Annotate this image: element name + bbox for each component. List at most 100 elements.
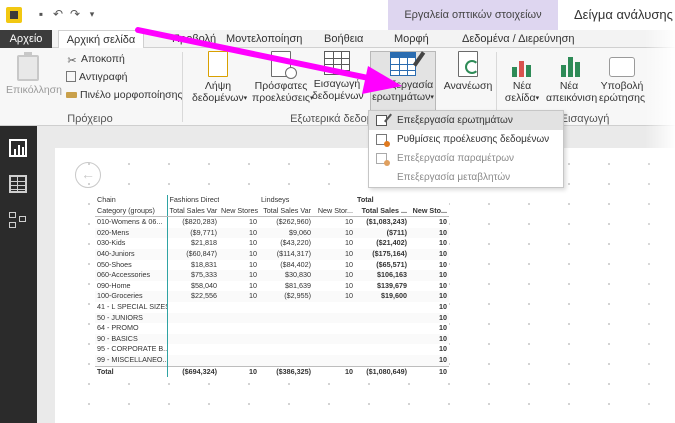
- new-visual-button[interactable]: Νέα απεικόνιση: [546, 51, 597, 111]
- recent-label-1: Πρόσφατες: [254, 80, 308, 92]
- matrix-cell: 10: [439, 344, 447, 354]
- recent-sources-icon: [271, 51, 297, 79]
- matrix-cell: [166, 354, 219, 366]
- matrix-row[interactable]: 95 - CORPORATE B... 10: [95, 344, 449, 355]
- matrix-cell: 10: [409, 354, 449, 366]
- matrix-cell: 64 - PROMO: [97, 323, 139, 333]
- matrix-cell: [313, 312, 355, 324]
- tab-help[interactable]: Βοήθεια: [324, 30, 363, 48]
- ask-question-button[interactable]: Υποβολή ερώτησης: [597, 51, 647, 111]
- matrix-cell: ($2,955): [259, 291, 313, 302]
- matrix-header-cell: New Sto...: [409, 205, 449, 218]
- menu-item-edit-queries[interactable]: Επεξεργασία ερωτημάτων: [369, 111, 563, 130]
- matrix-cell: 10: [249, 217, 257, 227]
- get-data-button[interactable]: Λήψη δεδομένων▾: [192, 51, 247, 111]
- matrix-cell: [166, 301, 219, 313]
- matrix-row[interactable]: 50 - JUNIORS 10: [95, 312, 449, 324]
- refresh-button[interactable]: Ανανέωση: [442, 51, 494, 111]
- matrix-row[interactable]: 64 - PROMO 10: [95, 323, 449, 334]
- matrix-row[interactable]: 010-Womens & 06... ($820,283) 10 ($262,960)…: [95, 216, 449, 228]
- matrix-cell: $30,830: [259, 270, 313, 281]
- matrix-cell: [219, 344, 259, 355]
- matrix-cell: 41 - L SPECIAL SIZES: [97, 301, 167, 311]
- ribbon-tabs: Αρχείο Αρχική σελίδα Προβολή Μοντελοποίη…: [0, 30, 675, 49]
- matrix-cell: [355, 344, 409, 355]
- save-icon[interactable]: ▪: [34, 7, 48, 21]
- report-page[interactable]: ← Chain Fashions Direct Lindseys Total C…: [55, 148, 675, 423]
- matrix-header-cell: Lindseys: [261, 195, 290, 204]
- matrix-row[interactable]: 090-Home $58,040 10 $81,639 10 $139,679 10: [95, 280, 449, 292]
- matrix-cell: [355, 323, 409, 334]
- matrix-cell: 090-Home: [97, 280, 131, 290]
- redo-icon[interactable]: ↷: [68, 7, 82, 21]
- matrix-cell: ($43,220): [280, 238, 311, 248]
- matrix-cell: ($820,283): [166, 216, 219, 228]
- matrix-row[interactable]: 060-Accessories $75,333 10 $30,830 10 $106,16…: [95, 270, 449, 281]
- menu-item-edit-parameters[interactable]: Επεξεργασία παραμέτρων: [369, 149, 563, 168]
- undo-icon[interactable]: ↶: [51, 7, 65, 21]
- model-view-icon[interactable]: [9, 212, 27, 230]
- ask-question-label-1: Υποβολή: [600, 80, 644, 92]
- matrix-cell: 10: [409, 312, 449, 324]
- matrix-cell: ($1,080,649): [355, 365, 409, 378]
- matrix-cell: [259, 344, 313, 355]
- matrix-row[interactable]: 030-Kids $21,818 10 ($43,220) 10 ($21,402) 10: [95, 238, 449, 249]
- report-canvas: ← Chain Fashions Direct Lindseys Total C…: [37, 126, 675, 423]
- ask-question-label-2: ερώτησης: [598, 92, 646, 104]
- matrix-cell: [355, 302, 409, 313]
- matrix-header-cell: New Stor...: [313, 205, 355, 218]
- menu-item-label: Επεξεργασία μεταβλητών: [397, 172, 511, 183]
- menu-item-edit-variables[interactable]: Επεξεργασία μεταβλητών: [369, 168, 563, 187]
- matrix-cell: 95 - CORPORATE B...: [97, 344, 167, 354]
- tab-view[interactable]: Προβολή: [172, 30, 216, 48]
- customize-icon[interactable]: ▾: [85, 7, 99, 21]
- matrix-row[interactable]: 040-Juniors ($60,847) 10 ($114,317) 10 ($175,…: [95, 248, 449, 260]
- paste-button[interactable]: Επικόλληση: [6, 51, 62, 111]
- tab-file[interactable]: Αρχείο: [0, 30, 52, 48]
- matrix-header-cell: Total: [357, 195, 374, 204]
- recent-sources-button[interactable]: Πρόσφατες προελεύσεις▾: [252, 51, 313, 111]
- enter-data-button[interactable]: Εισαγωγή δεδομένων: [312, 51, 364, 111]
- edit-queries-label-2: ερωτημάτων: [372, 91, 431, 103]
- matrix-cell: 10: [439, 217, 447, 227]
- matrix-cell: 10: [313, 248, 355, 260]
- power-bi-window: ▪ ↶ ↷ ▾ Εργαλεία οπτικών στοιχείων Δείγμ…: [0, 0, 675, 423]
- matrix-row[interactable]: 100-Groceries $22,556 10 ($2,955) 10 $19,600 1…: [95, 291, 449, 302]
- tab-data-drill[interactable]: Δεδομένα / Διερεύνηση: [462, 30, 575, 48]
- matrix-row[interactable]: 99 - MISCELLANEO... 10: [95, 354, 449, 366]
- matrix-row[interactable]: 90 - BASICS 10: [95, 333, 449, 345]
- edit-queries-button[interactable]: Επεξεργασία ερωτημάτων▾: [370, 51, 436, 113]
- chevron-down-icon: ▾: [243, 95, 248, 102]
- back-arrow-icon[interactable]: ←: [75, 162, 101, 188]
- cut-button[interactable]: ✂ Αποκοπή: [66, 52, 124, 67]
- left-navigation: [0, 126, 37, 423]
- matrix-visual[interactable]: Chain Fashions Direct Lindseys Total Cat…: [95, 195, 449, 378]
- report-view-icon[interactable]: [9, 139, 27, 157]
- matrix-cell: 10: [219, 291, 259, 302]
- visual-tools-context-group: Εργαλεία οπτικών στοιχείων: [388, 0, 558, 30]
- data-view-icon[interactable]: [9, 175, 27, 193]
- matrix-row[interactable]: 41 - L SPECIAL SIZES 10: [95, 301, 449, 313]
- refresh-label: Ανανέωση: [443, 80, 493, 92]
- format-painter-button[interactable]: Πινέλο μορφοποίησης: [66, 88, 183, 103]
- menu-item-label: Επεξεργασία παραμέτρων: [397, 153, 515, 164]
- tab-modeling[interactable]: Μοντελοποίηση: [226, 30, 302, 48]
- bar-chart-icon: [556, 51, 582, 77]
- chevron-down-icon: ▾: [430, 94, 434, 101]
- matrix-header-cell: Category (groups): [95, 205, 167, 218]
- new-page-button[interactable]: Νέα σελίδα▾: [502, 51, 542, 111]
- matrix-header-cell: Total Sales Var: [259, 205, 313, 218]
- matrix-row[interactable]: 020-Mens ($9,771) 10 $9,060 10 ($711) 10: [95, 227, 449, 239]
- tab-format[interactable]: Μορφή: [394, 30, 429, 48]
- menu-item-data-source-settings[interactable]: Ρυθμίσεις προέλευσης δεδομένων: [369, 130, 563, 149]
- matrix-cell: $9,060: [259, 227, 313, 239]
- matrix-cell: 10: [345, 280, 353, 290]
- tab-home[interactable]: Αρχική σελίδα: [58, 30, 144, 49]
- window-title: Δείγμα ανάλυσης: [574, 7, 673, 22]
- copy-button[interactable]: Αντιγραφή: [66, 70, 128, 85]
- matrix-total-row: Total ($694,324) 10 ($386,325) 10 ($1,08…: [95, 365, 449, 378]
- matrix-row[interactable]: 050-Shoes $18,831 10 ($84,402) 10 ($65,571) 10: [95, 259, 449, 271]
- matrix-cell: ($1,083,243): [366, 217, 407, 227]
- matrix-header-cell: Chain: [97, 195, 116, 204]
- matrix-header-cell: [313, 195, 355, 206]
